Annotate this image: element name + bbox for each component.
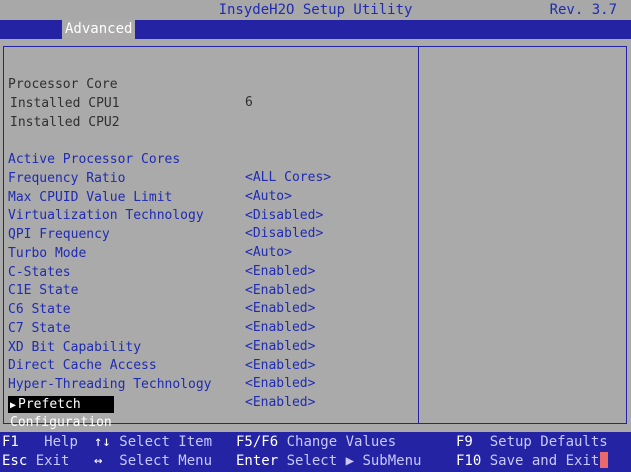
setting-value[interactable]: <Enabled>: [245, 319, 315, 337]
setting-active-processor-cores[interactable]: Active Processor Cores <ALL Cores>: [0, 133, 331, 185]
setting-turbo-mode[interactable]: Turbo Mode <Enabled>: [0, 227, 315, 279]
title-bar: InsydeH2O Setup Utility Rev. 3.7: [0, 0, 631, 20]
info-row-processor-core: Processor Core 6: [0, 58, 253, 110]
setting-virtualization-technology[interactable]: Virtualization Technology <Disabled>: [0, 189, 323, 241]
info-label: Installed CPU2: [10, 115, 120, 130]
setting-label: Virtualization Technology: [8, 208, 204, 223]
setting-value[interactable]: <Enabled>: [245, 282, 315, 300]
submenu-label: Prefetch Configuration: [10, 397, 112, 430]
setting-label: Active Processor Cores: [8, 152, 181, 167]
setting-value[interactable]: <Enabled>: [245, 375, 315, 393]
setting-label: Max CPUID Value Limit: [8, 190, 173, 205]
setting-value[interactable]: <ALL Cores>: [245, 169, 331, 187]
key-help-bar: F1 Help ↑↓ Select Item F5/F6 Change Valu…: [0, 432, 631, 472]
setting-c1e-state[interactable]: C1E State <Enabled>: [0, 264, 315, 316]
setting-value[interactable]: <Enabled>: [245, 263, 315, 281]
tab-advanced[interactable]: Advanced: [62, 20, 136, 39]
setting-value[interactable]: <Auto>: [245, 188, 292, 206]
help-key-f1: F1 Help: [2, 434, 78, 450]
text-cursor: [600, 452, 608, 468]
setting-hyper-threading-technology[interactable]: Hyper-Threading Technology <Enabled>: [0, 358, 315, 410]
info-row-installed-cpu2: Installed CPU2: [0, 96, 120, 130]
setting-value[interactable]: <Enabled>: [245, 338, 315, 356]
triangle-right-icon: ▶: [10, 400, 17, 411]
revision-label: Rev. 3.7: [549, 2, 617, 18]
help-panel-divider: [418, 46, 419, 424]
app-title: InsydeH2O Setup Utility: [218, 2, 413, 18]
setting-xd-bit-capability[interactable]: XD Bit Capability <Enabled>: [0, 321, 315, 373]
info-row-installed-cpu1: Installed CPU1: [0, 77, 120, 111]
submenu-prefetch-configuration[interactable]: ▶ Prefetch Configuration: [8, 396, 114, 430]
setting-direct-cache-access[interactable]: Direct Cache Access <Enabled>: [0, 339, 315, 391]
setting-c7-state[interactable]: C7 State <Enabled>: [0, 302, 315, 354]
setting-value[interactable]: <Enabled>: [245, 300, 315, 318]
help-key-select-menu: ↔ Select Menu: [94, 453, 213, 469]
help-key-esc: Esc Exit: [2, 453, 70, 469]
menu-bar: Advanced: [0, 20, 631, 39]
setting-max-cpuid-value-limit[interactable]: Max CPUID Value Limit <Disabled>: [0, 171, 323, 223]
setting-value[interactable]: <Enabled>: [245, 357, 315, 375]
help-key-f5-f6: F5/F6 Change Values: [236, 434, 397, 450]
setting-qpi-frequency[interactable]: QPI Frequency <Auto>: [0, 208, 292, 260]
setting-value[interactable]: <Enabled>: [245, 394, 315, 412]
setting-label: Hyper-Threading Technology: [8, 377, 212, 392]
info-value: 6: [245, 95, 253, 110]
setting-value[interactable]: <Disabled>: [245, 225, 323, 243]
setting-frequency-ratio[interactable]: Frequency Ratio <Auto>: [0, 152, 292, 204]
help-key-enter: Enter Select ▶ SubMenu: [236, 453, 422, 469]
setting-value[interactable]: <Auto>: [245, 244, 292, 262]
setting-c6-state[interactable]: C6 State <Enabled>: [0, 283, 315, 335]
help-key-f10: F10 Save and Exit: [456, 453, 600, 469]
setting-value[interactable]: <Disabled>: [245, 207, 323, 225]
help-key-select-item: ↑↓ Select Item: [94, 434, 213, 450]
setting-c-states[interactable]: C-States <Enabled>: [0, 246, 315, 298]
help-key-f9: F9 Setup Defaults: [456, 434, 608, 450]
